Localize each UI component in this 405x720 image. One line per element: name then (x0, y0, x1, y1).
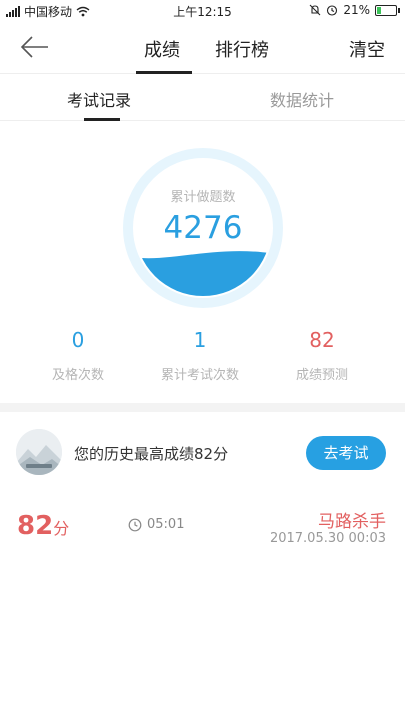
tab-ranking[interactable]: 排行榜 (215, 36, 269, 62)
alarm-icon (327, 5, 338, 16)
clear-button[interactable]: 清空 (349, 36, 385, 62)
battery-fill (377, 6, 381, 14)
stat-pass-count: 0 及格次数 (18, 328, 138, 383)
record-score[interactable]: 82分 (17, 511, 69, 541)
alarm-off-icon (309, 4, 321, 16)
sub-tabs: 考试记录 数据统计 (0, 75, 405, 121)
record-date: 2017.05.30 00:03 (269, 531, 386, 546)
record-duration: 05:01 (128, 517, 184, 532)
top-nav: 成绩 排行榜 清空 (0, 22, 405, 74)
best-score-text: 您的历史最高成绩82分 (74, 445, 229, 463)
back-arrow-icon[interactable] (20, 34, 50, 60)
stat-label: 成绩预测 (295, 368, 348, 383)
record-score-value: 82 (17, 511, 54, 541)
status-right: 21% (309, 3, 400, 17)
avatar (16, 429, 62, 475)
gauge-label: 累计做题数 (170, 190, 236, 205)
gauge-value: 4276 (163, 210, 243, 246)
stat-label: 累计考试次数 (160, 368, 239, 383)
tab-data-stats[interactable]: 数据统计 (270, 87, 334, 111)
take-exam-button[interactable]: 去考试 (306, 436, 386, 470)
stat-score-prediction: 82 成绩预测 (262, 328, 382, 383)
clock-icon (128, 518, 142, 531)
active-subtab-indicator (84, 118, 120, 121)
record-score-unit: 分 (53, 519, 70, 538)
section-divider (0, 403, 405, 412)
battery-percent: 21% (343, 3, 370, 17)
stat-value: 82 (309, 328, 335, 352)
stat-value: 1 (193, 328, 207, 352)
tab-score[interactable]: 成绩 (144, 36, 180, 62)
record-title: 马路杀手 (318, 512, 386, 532)
avatar-mountain-icon (16, 429, 62, 475)
stat-exam-count: 1 累计考试次数 (140, 328, 260, 383)
stat-label: 及格次数 (51, 368, 104, 383)
active-tab-indicator (136, 71, 192, 74)
battery-icon (375, 4, 400, 16)
record-duration-value: 05:01 (147, 517, 185, 532)
tab-exam-records[interactable]: 考试记录 (67, 87, 131, 111)
stat-value: 0 (71, 328, 85, 352)
status-bar: 中国移动 上午12:15 21% (0, 0, 405, 22)
